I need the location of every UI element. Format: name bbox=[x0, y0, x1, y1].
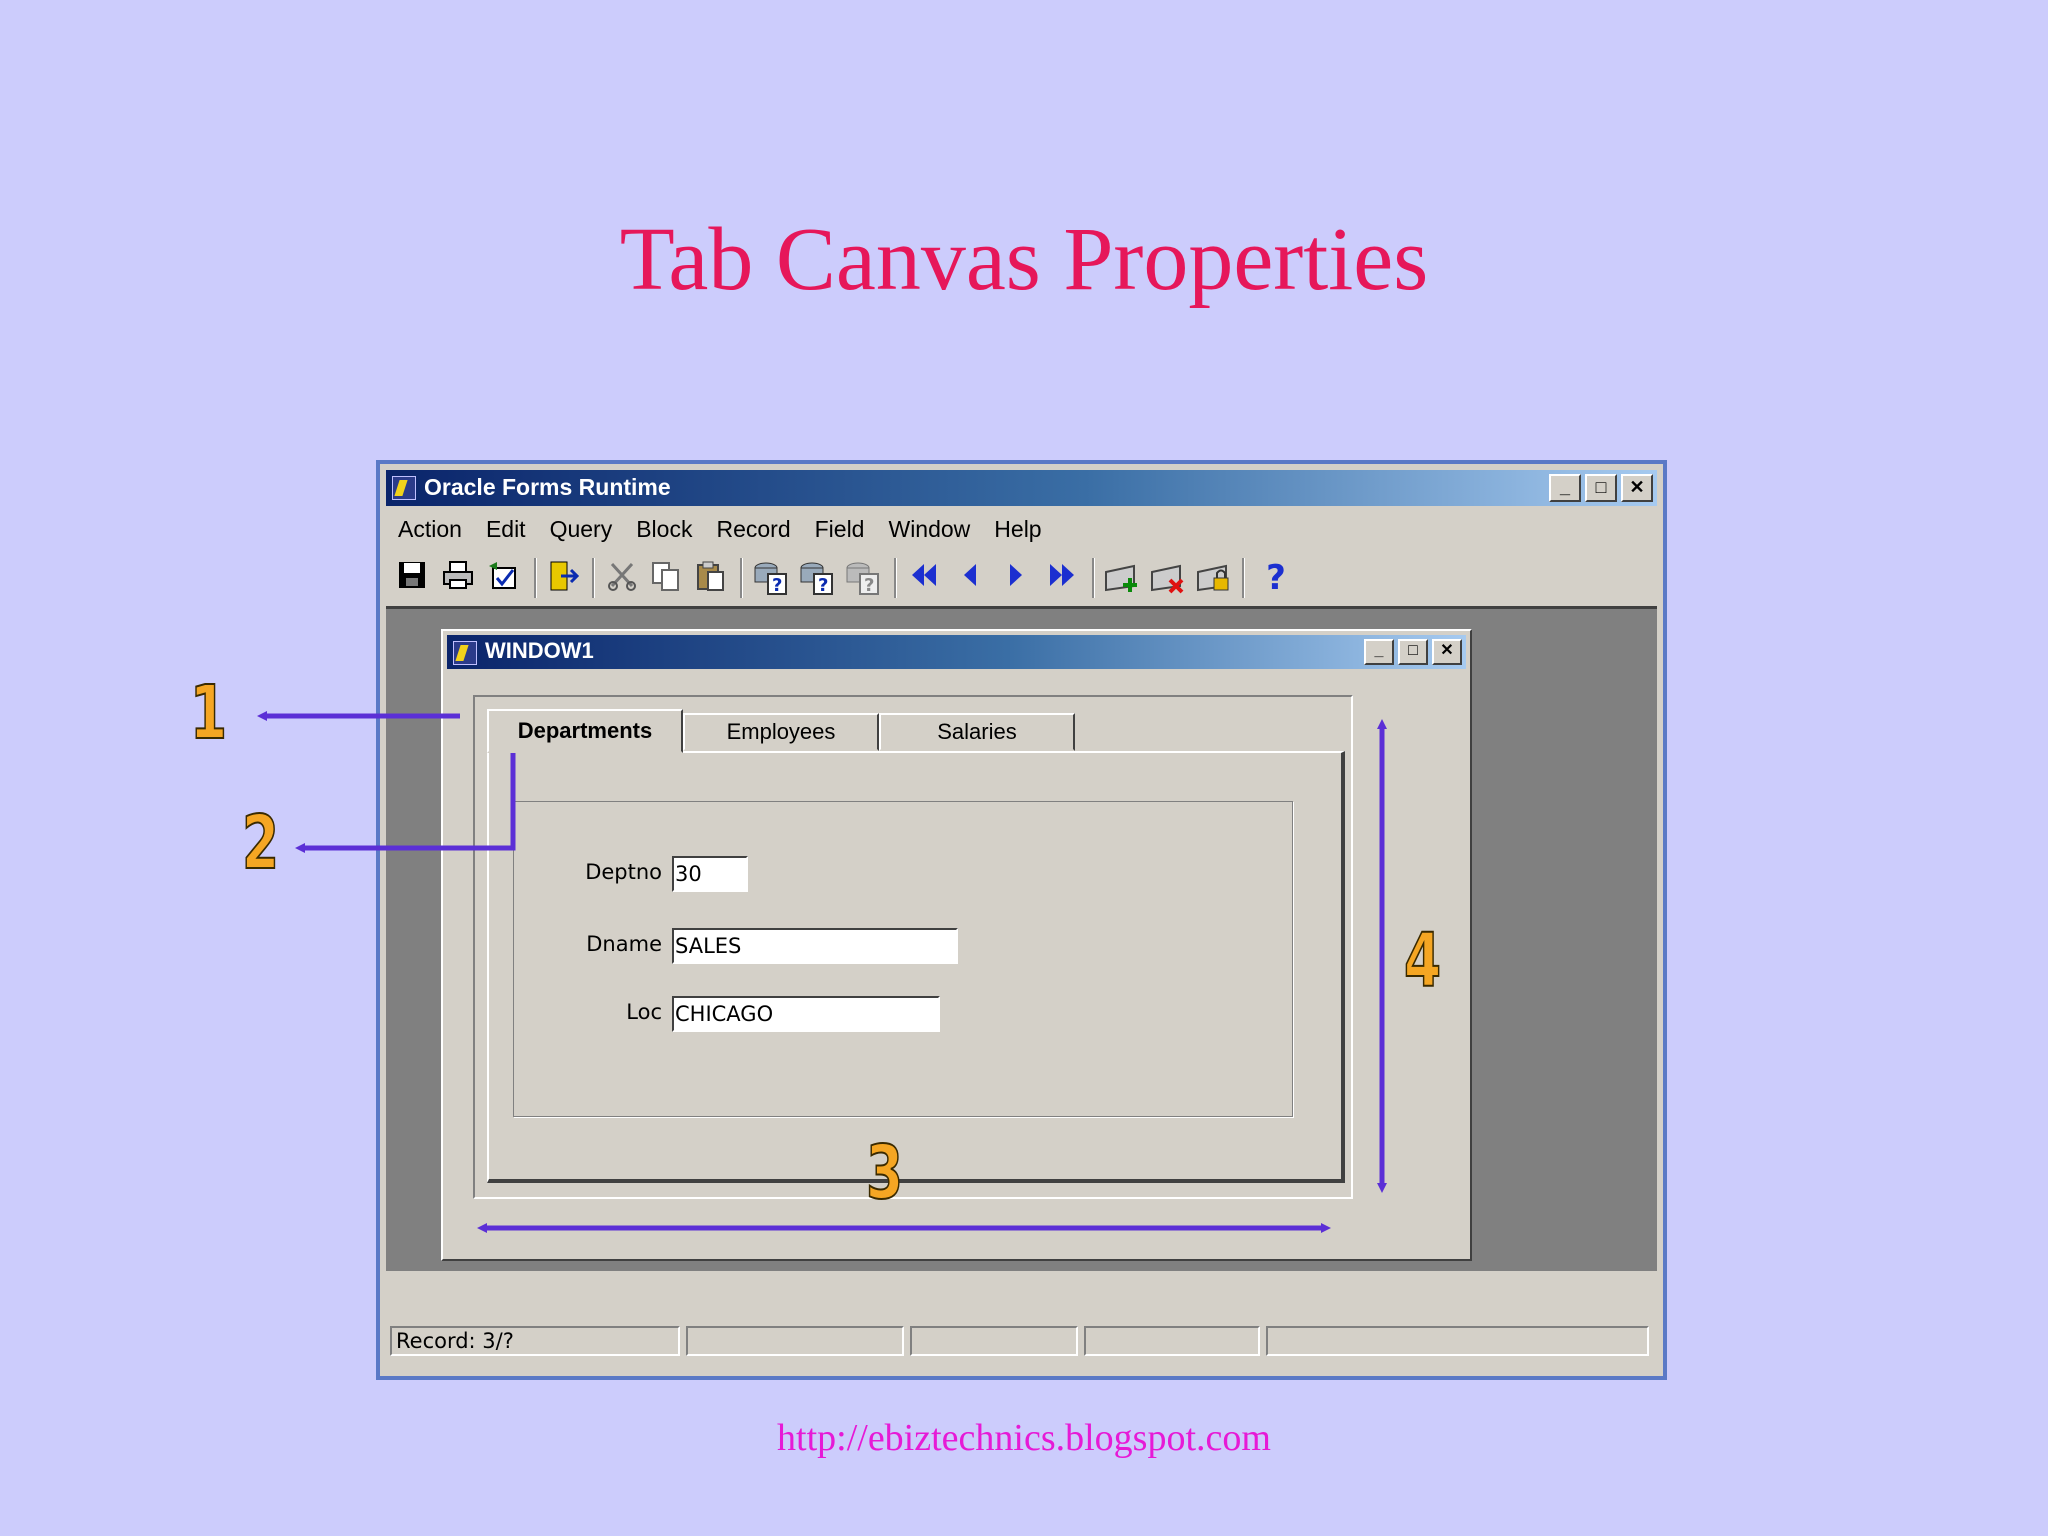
print-icon[interactable] bbox=[440, 560, 476, 596]
status-record: Record: 3/? bbox=[390, 1326, 680, 1356]
status-field-4 bbox=[1084, 1326, 1260, 1356]
annotation-number-2: 2 bbox=[241, 800, 280, 886]
menu-query[interactable]: Query bbox=[538, 510, 625, 546]
menu-action[interactable]: Action bbox=[386, 510, 474, 546]
deptno-label: Deptno bbox=[585, 860, 662, 884]
oracle-forms-icon bbox=[392, 476, 416, 500]
cancel-query-icon[interactable]: ? bbox=[844, 560, 880, 596]
window1-minimize-button[interactable]: _ bbox=[1364, 639, 1394, 665]
toolbar-separator bbox=[1092, 558, 1095, 598]
insert-record-icon[interactable] bbox=[1104, 560, 1140, 596]
toolbar-separator bbox=[1242, 558, 1245, 598]
footer-url[interactable]: http://ebiztechnics.blogspot.com bbox=[0, 1416, 2048, 1460]
window1-title: WINDOW1 bbox=[485, 638, 594, 663]
toolbar-separator bbox=[592, 558, 595, 598]
oracle-forms-window: Oracle Forms Runtime _ □ ✕ Action Edit Q… bbox=[376, 460, 1667, 1380]
status-bar: Record: 3/? bbox=[386, 1290, 1657, 1370]
lock-record-icon[interactable] bbox=[1196, 560, 1232, 596]
clear-form-icon[interactable] bbox=[486, 560, 522, 596]
tab-salaries[interactable]: Salaries bbox=[879, 713, 1075, 751]
window1-close-button[interactable]: ✕ bbox=[1432, 639, 1462, 665]
close-button[interactable]: ✕ bbox=[1621, 474, 1653, 502]
loc-field[interactable]: CHICAGO bbox=[672, 996, 940, 1032]
window1-maximize-button[interactable]: □ bbox=[1398, 639, 1428, 665]
execute-query-icon[interactable]: ? bbox=[798, 560, 834, 596]
maximize-button[interactable]: □ bbox=[1585, 474, 1617, 502]
last-record-icon[interactable] bbox=[1044, 560, 1080, 596]
next-record-icon[interactable] bbox=[998, 560, 1034, 596]
previous-record-icon[interactable] bbox=[952, 560, 988, 596]
menu-edit[interactable]: Edit bbox=[474, 510, 538, 546]
save-icon[interactable] bbox=[394, 560, 430, 596]
tab-page-departments: Deptno 30 Dname SALES Loc CHICAGO bbox=[487, 751, 1345, 1183]
exit-icon[interactable] bbox=[546, 560, 582, 596]
toolbar: ? ? ? ? bbox=[386, 550, 1657, 609]
slide-title: Tab Canvas Properties bbox=[619, 210, 1429, 309]
enter-query-icon[interactable]: ? bbox=[752, 560, 788, 596]
mdi-workspace: WINDOW1 _ □ ✕ Deptno 30 Dname SALES Loc bbox=[386, 609, 1657, 1271]
loc-label: Loc bbox=[626, 1000, 662, 1024]
dname-label: Dname bbox=[586, 932, 662, 956]
status-field-5 bbox=[1266, 1326, 1649, 1356]
toolbar-separator bbox=[894, 558, 897, 598]
tab-employees[interactable]: Employees bbox=[683, 713, 879, 751]
svg-text:?: ? bbox=[864, 575, 874, 596]
window1: WINDOW1 _ □ ✕ Deptno 30 Dname SALES Loc bbox=[441, 629, 1472, 1261]
annotation-number-3: 3 bbox=[865, 1130, 904, 1216]
status-field-2 bbox=[686, 1326, 904, 1356]
status-field-3 bbox=[910, 1326, 1078, 1356]
svg-text:?: ? bbox=[818, 575, 828, 596]
app-title: Oracle Forms Runtime bbox=[424, 474, 671, 500]
menu-block[interactable]: Block bbox=[624, 510, 704, 546]
menu-field[interactable]: Field bbox=[803, 510, 877, 546]
cut-icon[interactable] bbox=[604, 560, 640, 596]
menu-help[interactable]: Help bbox=[982, 510, 1053, 546]
menu-window[interactable]: Window bbox=[876, 510, 982, 546]
dname-field[interactable]: SALES bbox=[672, 928, 958, 964]
toolbar-separator bbox=[534, 558, 537, 598]
menu-record[interactable]: Record bbox=[704, 510, 802, 546]
help-icon[interactable]: ? bbox=[1258, 560, 1294, 596]
tab-departments[interactable]: Departments bbox=[487, 709, 683, 753]
annotation-number-4: 4 bbox=[1403, 918, 1442, 1004]
svg-text:?: ? bbox=[772, 575, 782, 596]
window1-icon bbox=[453, 641, 477, 665]
tab-page-frame: Deptno 30 Dname SALES Loc CHICAGO bbox=[513, 801, 1293, 1117]
deptno-field[interactable]: 30 bbox=[672, 856, 748, 892]
toolbar-separator bbox=[740, 558, 743, 598]
delete-record-icon[interactable] bbox=[1150, 560, 1186, 596]
menubar: Action Edit Query Block Record Field Win… bbox=[386, 510, 1657, 546]
annotation-number-1: 1 bbox=[189, 670, 228, 756]
paste-icon[interactable] bbox=[692, 560, 728, 596]
minimize-button[interactable]: _ bbox=[1549, 474, 1581, 502]
window1-titlebar[interactable]: WINDOW1 _ □ ✕ bbox=[447, 635, 1466, 669]
first-record-icon[interactable] bbox=[906, 560, 942, 596]
app-titlebar[interactable]: Oracle Forms Runtime _ □ ✕ bbox=[386, 470, 1657, 506]
copy-icon[interactable] bbox=[648, 560, 684, 596]
